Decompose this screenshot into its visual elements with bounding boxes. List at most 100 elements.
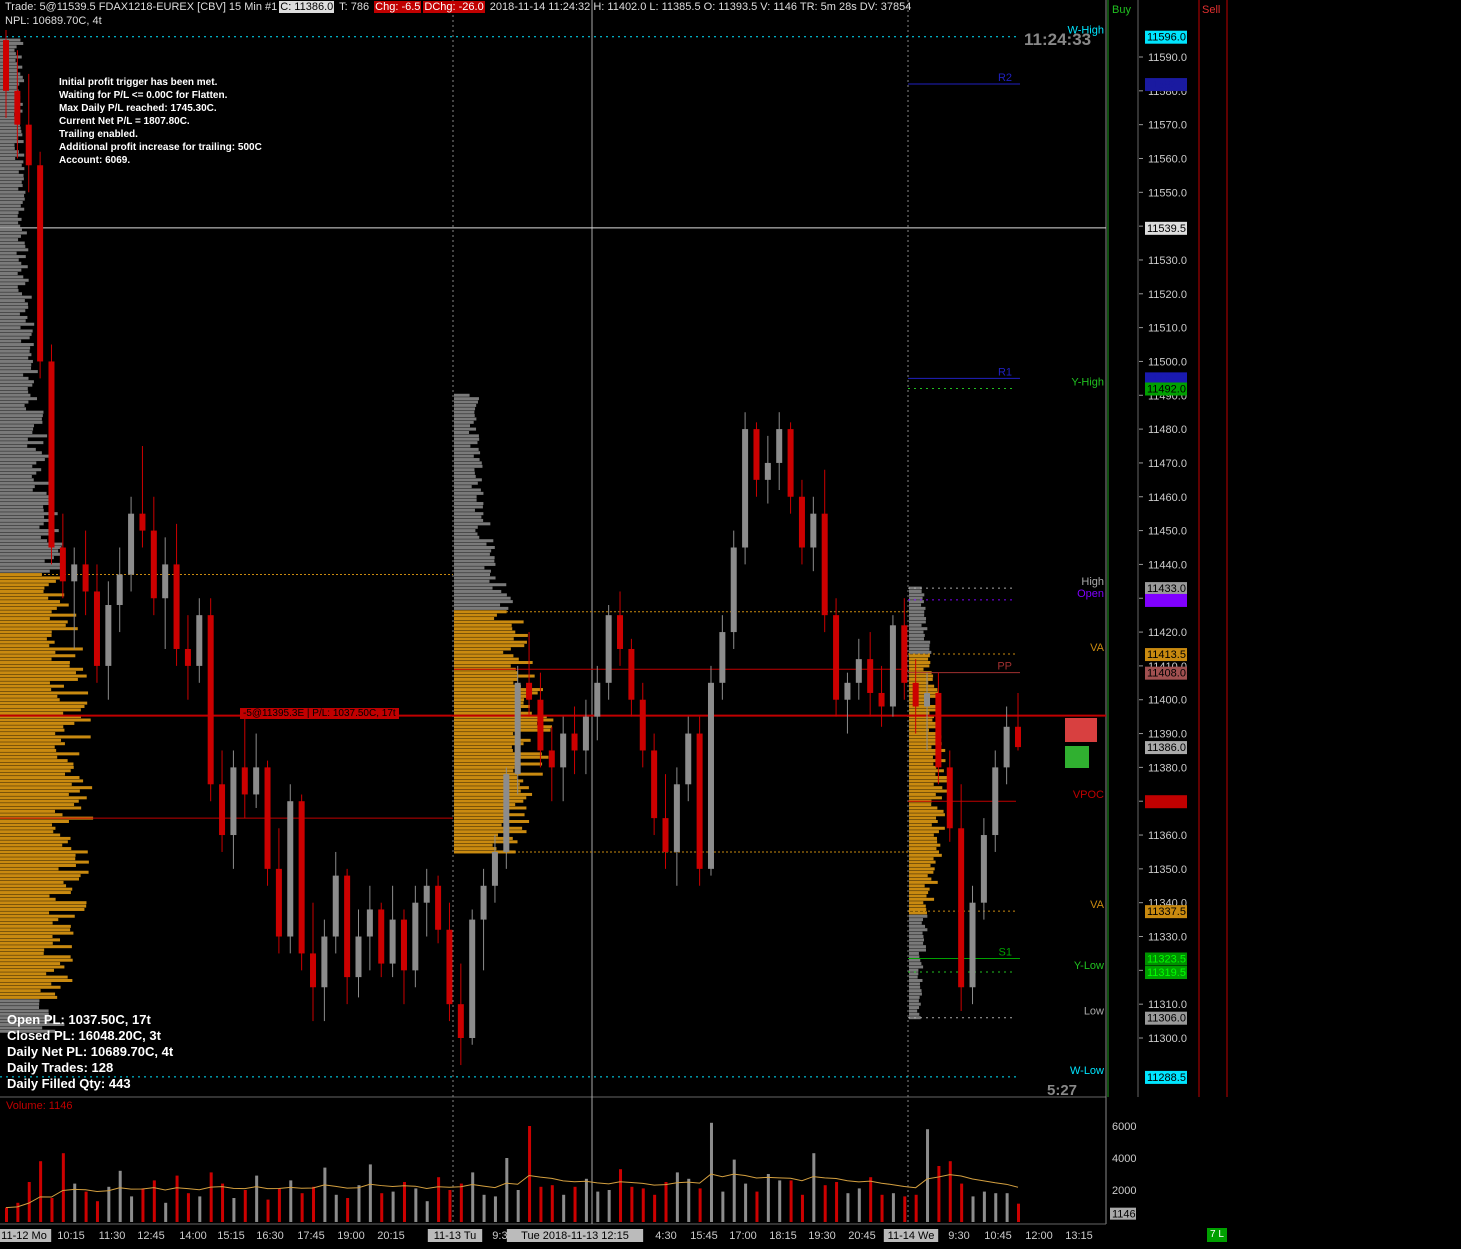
volume-profile-bar xyxy=(454,468,475,472)
candle-body xyxy=(93,591,100,666)
volume-profile-bar xyxy=(909,914,928,918)
volume-bar xyxy=(1005,1193,1009,1222)
volume-profile-bar xyxy=(454,451,481,455)
volume-profile-bar xyxy=(454,532,478,536)
volume-profile-bar xyxy=(454,701,524,705)
volume-profile-bar xyxy=(0,271,18,275)
volume-profile-bar xyxy=(0,156,16,160)
volume-profile-bar xyxy=(909,1012,920,1016)
volume-profile-bar xyxy=(0,184,23,188)
volume-profile-bar xyxy=(0,566,61,570)
volume-profile-bar xyxy=(909,863,931,867)
volume-profile-bar xyxy=(909,803,932,807)
volume-profile-bar xyxy=(0,664,70,668)
volume-profile-bar xyxy=(0,752,80,756)
time-axis-label: 11-14 We xyxy=(888,1230,935,1242)
volume-profile-bar xyxy=(0,830,54,834)
volume-profile-bar xyxy=(909,901,924,905)
volume-profile-bar xyxy=(0,430,33,434)
volume-profile-bar xyxy=(909,880,938,884)
volume-bar xyxy=(471,1172,475,1222)
volume-profile-bar xyxy=(454,684,521,688)
price-tick-label: 11510.0 xyxy=(1148,323,1187,335)
volume-profile-bar xyxy=(0,576,65,580)
candle-body xyxy=(400,919,407,971)
chart-svg[interactable]: W-HighR2R1Y-HighHighOpenVAPPVPOCVAS1Y-Lo… xyxy=(0,0,1461,1244)
volume-profile-bar xyxy=(909,830,939,834)
volume-profile-bar xyxy=(0,491,47,495)
volume-profile-bar xyxy=(454,813,525,817)
volume-bar xyxy=(664,1182,668,1222)
volume-profile-bar xyxy=(909,728,929,732)
time-axis-label: 13:15 xyxy=(1065,1230,1093,1242)
volume-profile-bar xyxy=(0,106,16,110)
level-label: R1 xyxy=(998,366,1012,378)
volume-profile-bar xyxy=(0,789,80,793)
volume-profile-bar xyxy=(0,217,22,221)
candle-body xyxy=(742,429,749,548)
volume-profile-bar xyxy=(454,823,502,827)
volume-profile-bar xyxy=(454,410,475,414)
volume-bar xyxy=(778,1180,782,1222)
volume-profile-bar xyxy=(909,857,934,861)
volume-profile-bar xyxy=(454,403,477,407)
volume-profile-bar xyxy=(454,549,492,553)
price-tag-text: 11582.0 xyxy=(1147,79,1186,91)
volume-profile-bar xyxy=(0,759,68,763)
chart-canvas[interactable]: W-High R2 R1 Y-High High Open VA PP VPOC VA S1 Y-Lo… xyxy=(0,0,1461,1249)
volume-bar xyxy=(50,1198,54,1222)
candle-body xyxy=(912,682,919,707)
volume-profile-bar xyxy=(0,214,18,218)
price-tick-label: 11470.0 xyxy=(1148,458,1187,470)
volume-profile-bar xyxy=(454,522,491,526)
time-axis-label: Tue 2018-11-13 12:15 xyxy=(521,1230,629,1242)
candle-body xyxy=(219,784,226,836)
volume-profile-bar xyxy=(0,380,34,384)
volume-profile-bar xyxy=(0,721,75,725)
volume-profile-bar xyxy=(0,579,56,583)
volume-profile-bar xyxy=(0,623,66,627)
volume-profile-bar xyxy=(0,955,71,959)
volume-bar xyxy=(857,1188,861,1222)
price-tick-label: 11520.0 xyxy=(1148,289,1187,301)
volume-profile-bar xyxy=(0,674,87,678)
candle-body xyxy=(275,868,282,937)
volume-profile-bar xyxy=(0,989,41,993)
candle-body xyxy=(37,165,44,362)
volume-bar xyxy=(152,1180,156,1222)
volume-profile-bar xyxy=(0,498,50,502)
volume-profile-bar xyxy=(909,776,949,780)
price-tick-label: 11550.0 xyxy=(1148,187,1187,199)
volume-profile-bar xyxy=(0,261,22,265)
info-line: Trailing enabled. xyxy=(59,129,138,140)
volume-profile-bar xyxy=(0,278,29,282)
volume-bar xyxy=(1017,1203,1020,1222)
status-badge[interactable]: 7 L xyxy=(1207,1228,1227,1242)
buy-column-header[interactable]: Buy xyxy=(1112,4,1131,16)
position-label[interactable]: -5@11395.3E | P/L: 1037.50C, 17t xyxy=(240,708,399,719)
volume-bar xyxy=(880,1194,884,1222)
volume-profile-bar xyxy=(454,816,508,820)
volume-profile-bar xyxy=(0,667,84,671)
volume-profile-bar xyxy=(454,664,511,668)
candle-body xyxy=(241,767,248,795)
info-line: Initial profit trigger has been met. xyxy=(59,77,218,88)
volume-profile-bar xyxy=(0,833,61,837)
volume-profile-bar xyxy=(0,813,63,817)
price-tag-text: 11539.5 xyxy=(1147,223,1186,235)
volume-profile-bar xyxy=(909,630,924,634)
volume-profile-bar xyxy=(0,860,89,864)
volume-profile-bar xyxy=(0,928,71,932)
candle-body xyxy=(673,784,680,852)
volume-tick-label: 2000 xyxy=(1112,1185,1136,1197)
volume-bar xyxy=(334,1194,338,1222)
volume-profile-bar xyxy=(0,704,85,708)
sell-column-header[interactable]: Sell xyxy=(1202,4,1220,16)
volume-profile-bar xyxy=(454,847,497,851)
candle-body xyxy=(617,615,624,649)
change-value: Chg: -6.5 xyxy=(374,1,422,13)
candle-body xyxy=(332,875,339,937)
volume-profile-bar xyxy=(0,522,44,526)
candle-body xyxy=(264,767,271,869)
volume-profile-bar xyxy=(0,762,74,766)
